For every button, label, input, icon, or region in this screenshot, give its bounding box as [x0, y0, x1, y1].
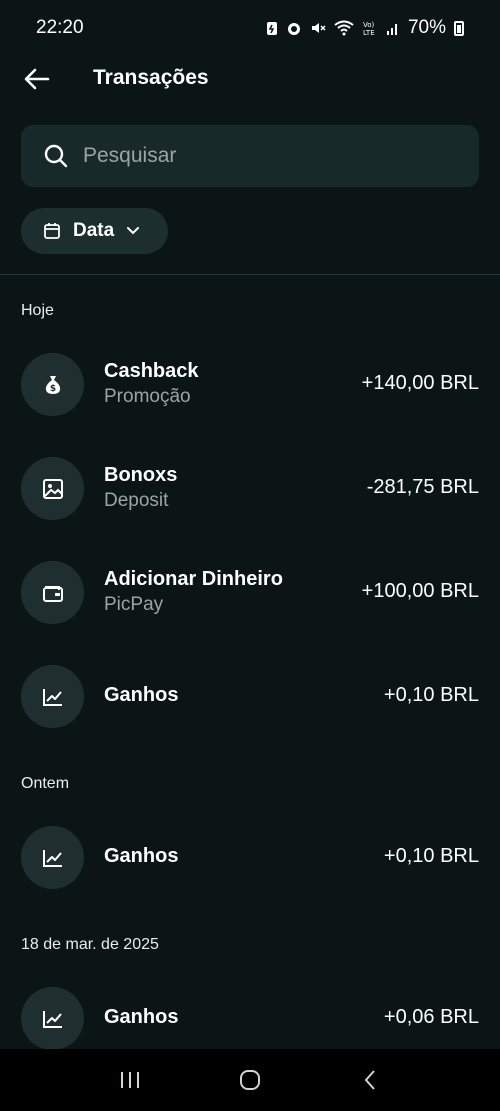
svg-text:Vo): Vo): [363, 21, 375, 29]
transaction-title: Ganhos: [104, 1006, 179, 1028]
transaction-title: Bonoxs: [104, 464, 178, 486]
status-time: 22:20: [36, 17, 84, 38]
money-bag-icon: $: [45, 375, 60, 394]
signal-icon: [386, 24, 397, 35]
transaction-avatar: [21, 457, 84, 520]
transaction-amount: +0,06 BRL: [383, 1006, 479, 1028]
transaction-amount: +0,10 BRL: [383, 845, 479, 867]
transaction-row[interactable]: Bonoxs Deposit -281,75 BRL: [0, 457, 500, 521]
battery-percent: 70%: [407, 17, 446, 38]
back-button[interactable]: [22, 64, 52, 94]
transaction-subtitle: PicPay: [104, 594, 164, 615]
transaction-title: Ganhos: [104, 684, 179, 706]
search-input[interactable]: [83, 144, 443, 168]
transaction-amount: +140,00 BRL: [361, 372, 479, 394]
date-filter-button[interactable]: Data: [21, 208, 168, 254]
transaction-avatar: $: [21, 353, 84, 416]
search-icon: [44, 144, 68, 168]
chart-line-icon: [42, 849, 62, 867]
home-icon: [240, 1070, 260, 1090]
page-title: Transações: [93, 66, 209, 89]
transaction-title: Cashback: [104, 360, 199, 382]
transaction-title: Adicionar Dinheiro: [104, 568, 283, 590]
chart-line-icon: [42, 688, 62, 706]
transaction-amount: +0,10 BRL: [383, 684, 479, 706]
transaction-row[interactable]: $ Cashback Promoção +140,00 BRL: [0, 353, 500, 417]
transaction-avatar: [21, 665, 84, 728]
transaction-subtitle: Promoção: [104, 386, 191, 407]
battery-icon: [454, 20, 464, 36]
svg-text:LTE: LTE: [363, 29, 375, 37]
volte-icon: Vo)LTE: [363, 21, 375, 37]
transaction-subtitle: Deposit: [104, 490, 169, 511]
wifi-icon: [334, 20, 354, 36]
search-bar[interactable]: [21, 125, 479, 187]
svg-text:$: $: [49, 384, 55, 394]
alarm-icon: [287, 23, 300, 35]
status-bar: 22:20 Vo) LTE 70%: [0, 0, 500, 56]
transaction-row[interactable]: Adicionar Dinheiro PicPay +100,00 BRL: [0, 561, 500, 625]
arrow-left-icon: [24, 68, 50, 90]
system-nav-bar: [0, 1049, 500, 1111]
chevron-left-icon: [364, 1070, 375, 1090]
calendar-icon: [44, 223, 60, 239]
date-filter-label: Data: [73, 220, 115, 241]
transaction-row[interactable]: Ganhos +0,10 BRL: [0, 826, 500, 890]
home-button[interactable]: [230, 1060, 270, 1100]
section-label-yesterday: Ontem: [21, 775, 70, 792]
section-label-today: Hoje: [21, 302, 54, 319]
wallet-icon: [42, 585, 63, 602]
recent-apps-button[interactable]: [110, 1060, 150, 1100]
transaction-avatar: [21, 987, 84, 1050]
image-icon: [42, 478, 63, 499]
battery-saver-icon: [266, 22, 277, 35]
system-back-button[interactable]: [350, 1060, 390, 1100]
divider: [0, 274, 500, 275]
transaction-amount: -281,75 BRL: [366, 476, 479, 498]
transaction-row[interactable]: Ganhos +0,10 BRL: [0, 665, 500, 729]
mute-icon: [311, 23, 326, 33]
chart-line-icon: [42, 1010, 62, 1028]
chevron-down-icon: [127, 227, 140, 235]
status-icons: Vo) LTE 70%: [266, 17, 464, 39]
transaction-row[interactable]: Ganhos +0,06 BRL: [0, 987, 500, 1051]
transaction-title: Ganhos: [104, 845, 179, 867]
transaction-amount: +100,00 BRL: [361, 580, 479, 602]
transaction-avatar: [21, 826, 84, 889]
recent-apps-icon: [121, 1072, 139, 1088]
header: Transações: [0, 56, 500, 100]
transaction-avatar: [21, 561, 84, 624]
section-label-date: 18 de mar. de 2025: [21, 936, 159, 953]
